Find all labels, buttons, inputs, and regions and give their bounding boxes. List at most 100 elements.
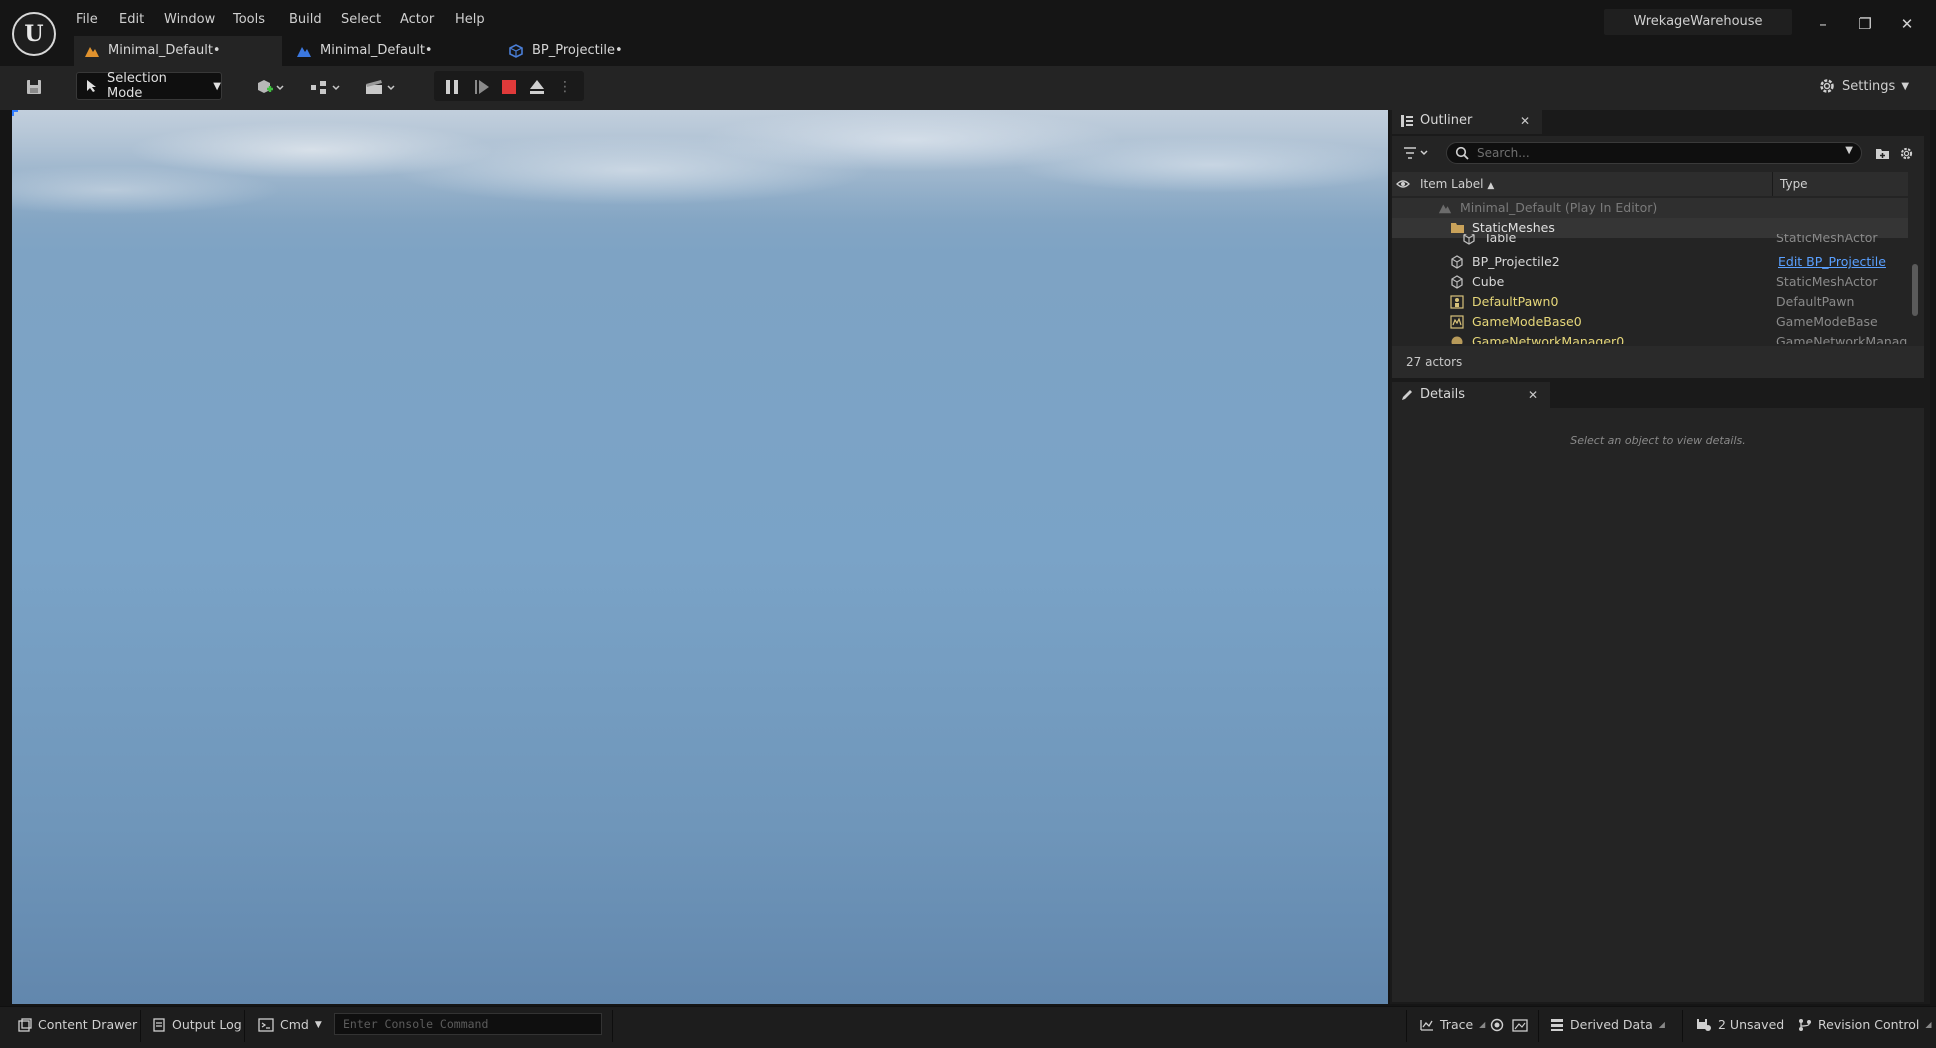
unreal-logo-icon[interactable]: U [12,12,56,56]
save-icon[interactable] [20,72,48,102]
details-body [1392,408,1924,1002]
menu-window[interactable]: Window [164,10,215,30]
selection-mode-dropdown[interactable]: Selection Mode ▼ [76,71,222,101]
menu-help[interactable]: Help [455,10,485,30]
outliner-column-header: Item Label ▲ Type [1392,172,1908,196]
close-icon[interactable]: ✕ [1528,382,1538,408]
selection-mode-label: Selection Mode [107,71,167,101]
revision-control-icon [1798,1018,1812,1032]
output-log-button[interactable]: Output Log [152,1014,242,1036]
divider [140,1010,141,1042]
menu-edit[interactable]: Edit [119,10,144,30]
level-viewport[interactable] [12,110,1388,1004]
outliner-row-cube[interactable]: Cube StaticMeshActor [1392,272,1908,292]
derived-data-button[interactable]: Derived Data ◢ [1550,1014,1665,1036]
output-log-icon [152,1018,166,1032]
outliner-row-defaultpawn[interactable]: DefaultPawn0 DefaultPawn [1392,292,1908,312]
chevron-down-icon[interactable]: ▼ [1845,145,1853,156]
tab-blueprint[interactable]: BP_Projectile• [498,36,698,66]
static-mesh-icon [1462,234,1476,245]
tab-level-editor[interactable]: Minimal_Default• [74,36,282,66]
pause-icon[interactable] [440,72,464,102]
tab-details[interactable]: Details ✕ [1392,382,1550,408]
add-actor-icon[interactable] [250,72,290,102]
menu-file[interactable]: File [76,10,98,30]
close-icon[interactable]: ✕ [1892,12,1922,36]
column-item-label[interactable]: Item Label ▲ [1420,177,1494,191]
visibility-eye-icon[interactable] [1396,177,1410,191]
minimize-icon[interactable]: – [1808,12,1838,36]
sky-clouds [12,110,1388,220]
search-placeholder: Search... [1477,146,1530,160]
details-empty-message: Select an object to view details. [1570,434,1746,447]
tab-level-editor-2[interactable]: Minimal_Default• [286,36,486,66]
screenshot-icon[interactable] [1512,1014,1528,1036]
resize-grip-icon: ◢ [1658,1020,1665,1029]
tab-label: Minimal_Default• [320,43,433,58]
derived-data-icon [1550,1018,1564,1032]
divider [612,1010,613,1042]
outliner-row-gamenetworkmanager[interactable]: GameNetworkManager0 GameNetworkManager [1392,332,1908,344]
more-options-icon[interactable]: ⋮ [556,72,574,102]
output-log-label: Output Log [172,1017,242,1032]
unsaved-files-icon [1696,1018,1712,1032]
details-tab-label: Details [1420,387,1466,402]
edit-blueprint-link[interactable]: Edit BP_Projectile [1778,252,1886,272]
terminal-icon [258,1018,274,1032]
add-folder-icon[interactable] [1872,142,1892,164]
folder-icon [1450,221,1464,235]
column-type[interactable]: Type [1780,177,1808,191]
settings-button[interactable]: Settings ▼ [1818,72,1918,100]
static-mesh-icon [1450,255,1464,269]
pawn-icon [1450,295,1464,309]
outliner-scrollbar[interactable] [1912,264,1918,316]
game-mode-icon [1450,315,1464,329]
record-icon[interactable] [1490,1014,1504,1036]
menu-actor[interactable]: Actor [400,10,434,30]
revision-control-button[interactable]: Revision Control ◢ [1798,1014,1932,1036]
pencil-icon [1400,388,1414,402]
search-icon [1455,146,1469,160]
gear-icon[interactable] [1896,142,1916,164]
divider [244,1010,245,1042]
trace-icon [1420,1018,1434,1032]
outliner-tab-label: Outliner [1420,113,1473,128]
menu-tools[interactable]: Tools [233,10,265,30]
tab-outliner[interactable]: Outliner ✕ [1392,108,1542,134]
level-icon [1438,201,1452,215]
console-command-input[interactable]: Enter Console Command [334,1013,602,1035]
content-drawer-label: Content Drawer [38,1017,138,1032]
restore-icon[interactable]: ❐ [1850,12,1880,36]
outliner-row-bp-projectile2[interactable]: BP_Projectile2 Edit BP_Projectile [1392,252,1908,272]
outliner-row-gamemodebase[interactable]: GameModeBase0 GameModeBase [1392,312,1908,332]
tab-label: BP_Projectile• [532,43,623,58]
menu-select[interactable]: Select [341,10,381,30]
outliner-row-table[interactable]: Table StaticMeshActor [1392,234,1908,248]
content-drawer-icon [18,1018,32,1032]
blueprint-menu-icon[interactable] [305,72,345,102]
close-icon[interactable]: ✕ [1520,108,1530,134]
content-drawer-button[interactable]: Content Drawer [18,1014,137,1036]
outliner-row-world[interactable]: Minimal_Default (Play In Editor) [1392,198,1908,218]
project-name: WrekageWarehouse [1604,9,1792,35]
viewport-focus-corner [12,110,18,116]
menu-build[interactable]: Build [289,10,322,30]
chevron-down-icon: ▼ [213,80,221,92]
gear-icon [1818,77,1836,95]
unsaved-button[interactable]: 2 Unsaved [1696,1014,1784,1036]
level-icon [84,44,100,58]
column-divider [1772,172,1773,196]
stop-icon[interactable] [497,72,521,102]
frame-skip-icon[interactable] [470,72,494,102]
outliner-search-input[interactable]: Search... ▼ [1446,142,1862,164]
trace-button[interactable]: Trace ◢ [1420,1014,1485,1036]
resize-grip-icon: ◢ [1925,1020,1932,1029]
main-toolbar [0,66,1936,110]
cursor-icon [85,79,99,93]
cmd-dropdown[interactable]: Cmd ▼ [258,1014,322,1036]
filter-icon[interactable] [1400,142,1434,164]
level-icon [296,44,312,58]
eject-icon[interactable] [524,72,550,102]
blueprint-icon [508,44,524,58]
cinematics-icon[interactable] [360,72,400,102]
